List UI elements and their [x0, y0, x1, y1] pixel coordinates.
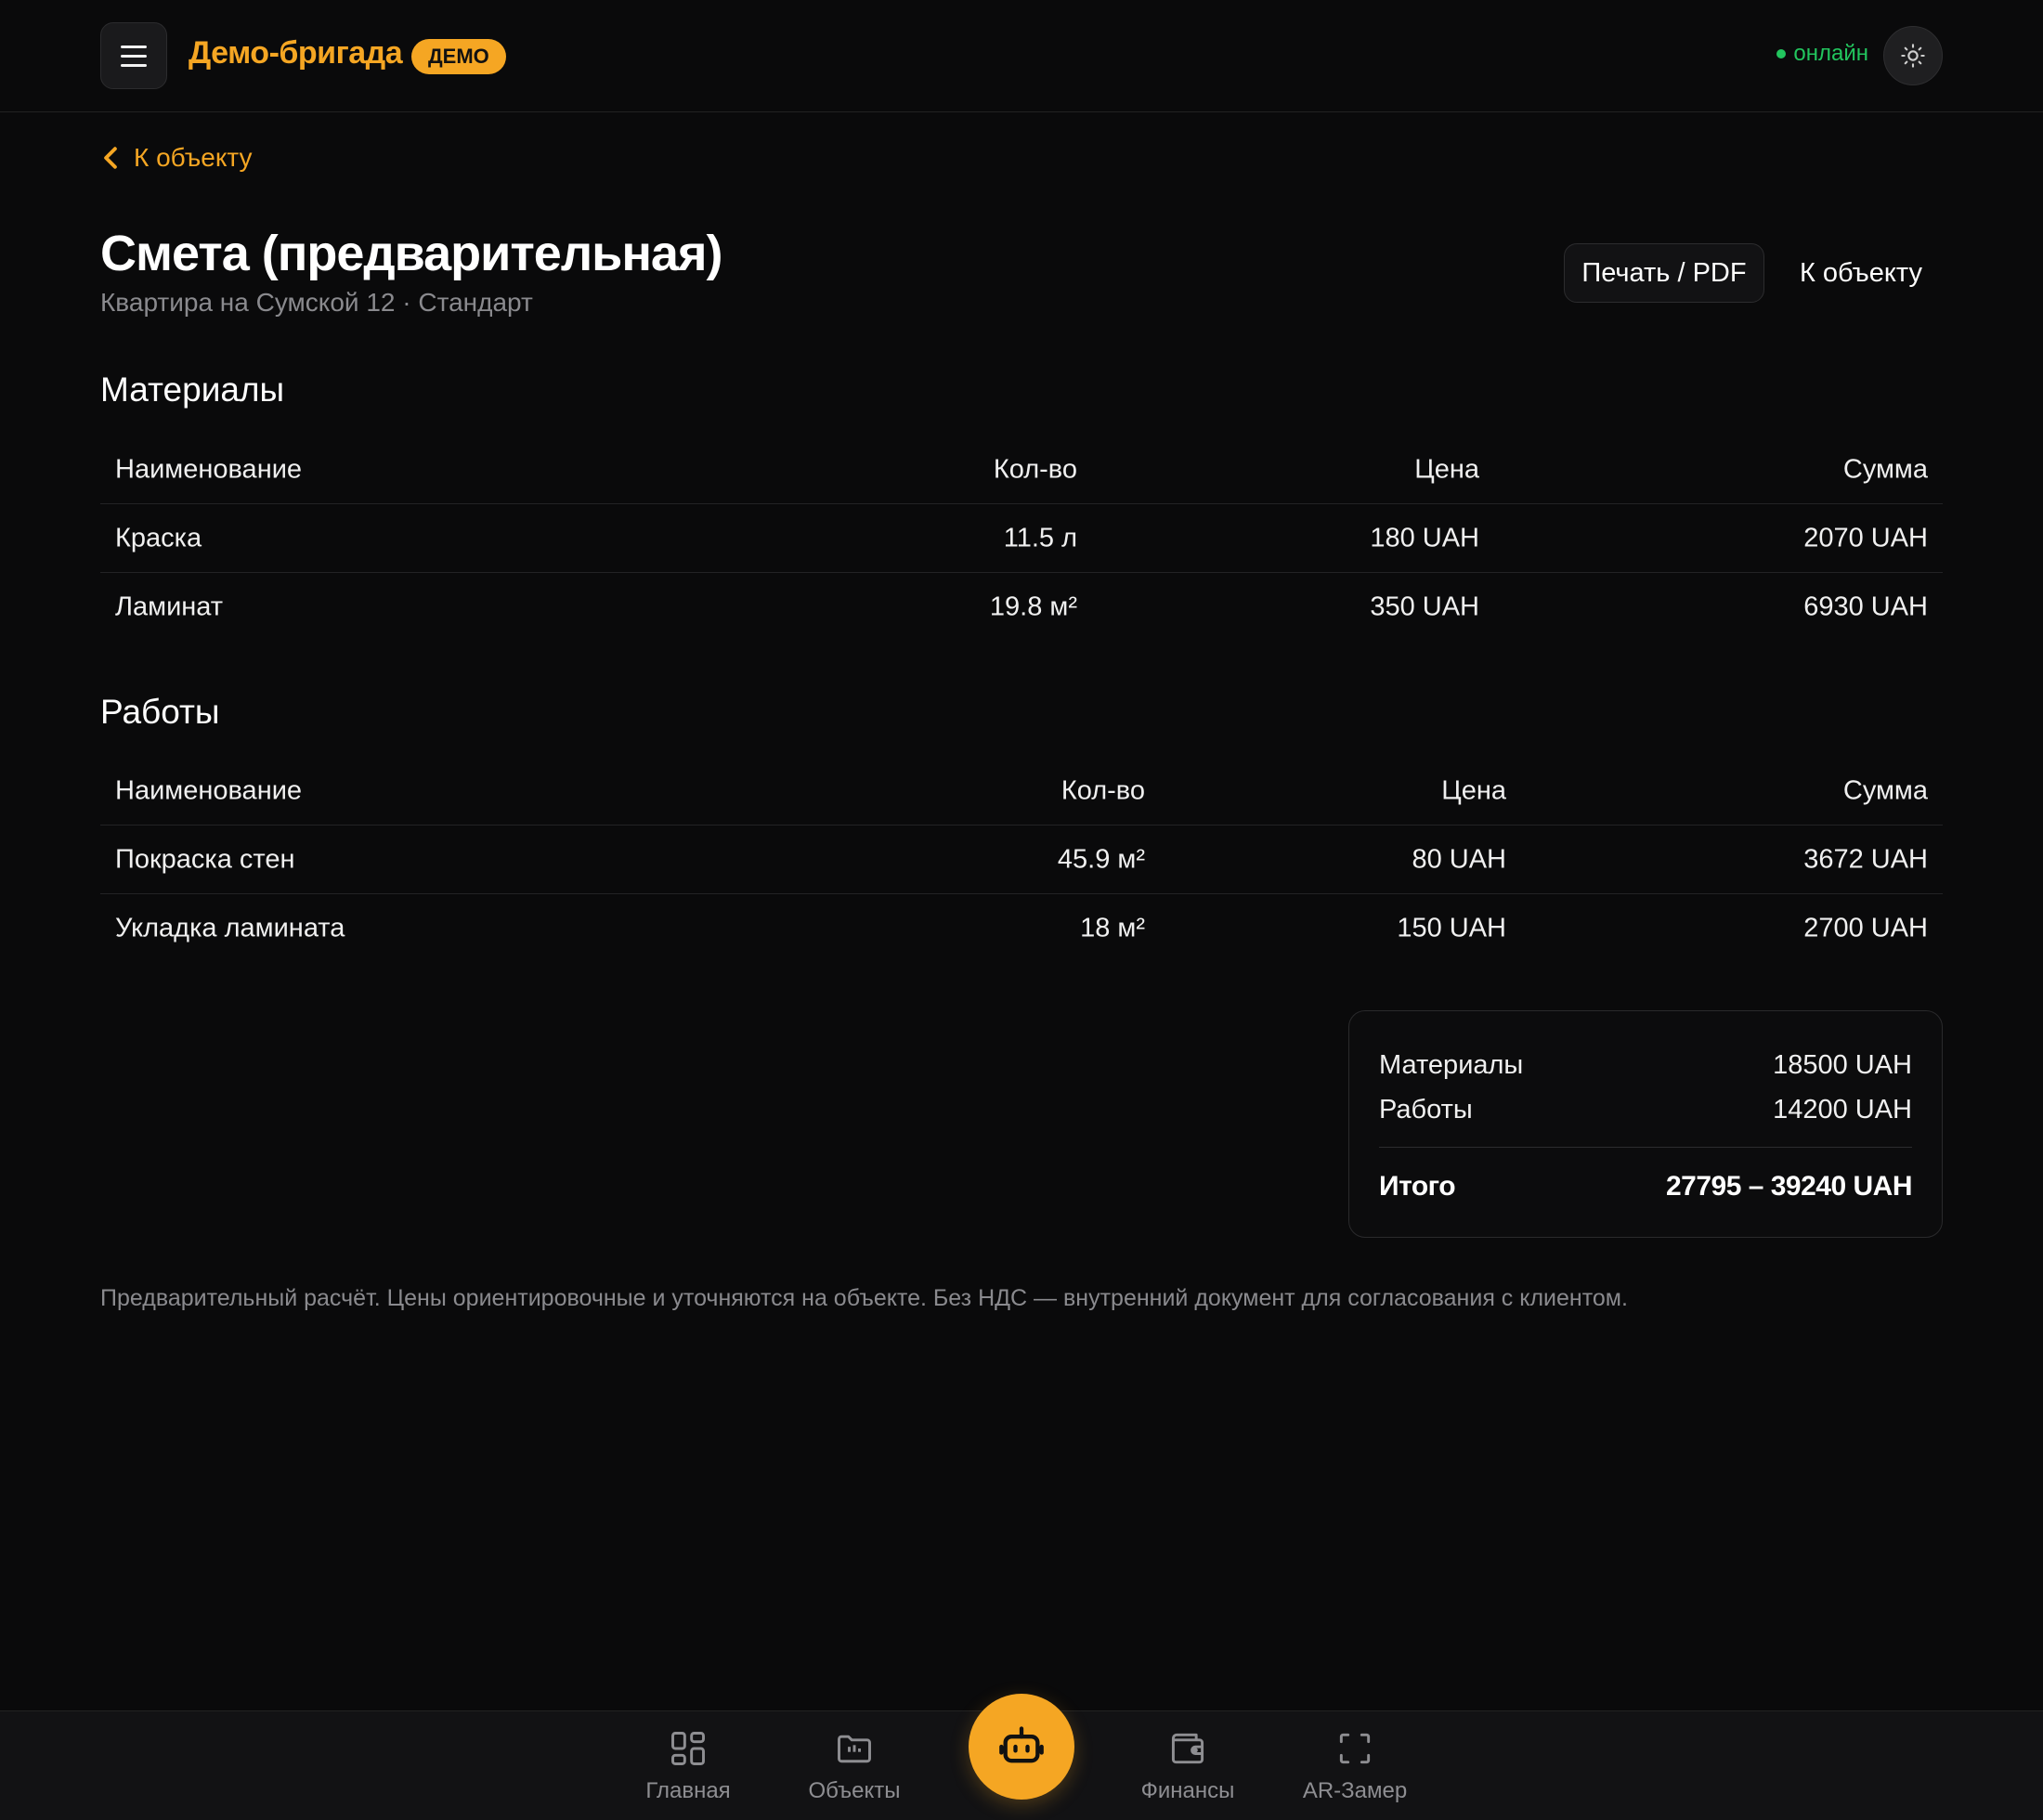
theme-toggle-button[interactable]: [1883, 26, 1943, 85]
scan-frame-icon: [1339, 1733, 1371, 1764]
table-row: Покраска стен 45.9 м² 80 UAH 3672 UAH: [100, 826, 1943, 894]
status-label: онлайн: [1793, 41, 1868, 66]
summary-materials-line: Материалы 18500 UAH: [1379, 1050, 1912, 1081]
menu-button[interactable]: [100, 22, 167, 89]
cell-sum: 2070 UAH: [1803, 523, 1928, 552]
column-header-name: Наименование: [115, 775, 303, 805]
table-header-row: Наименование Кол-во Цена Сумма: [100, 436, 1943, 504]
brand-name[interactable]: Демо-бригада: [189, 35, 403, 72]
demo-badge: ДЕМО: [411, 39, 506, 74]
cell-name: Краска: [115, 523, 202, 552]
summary-works-line: Работы 14200 UAH: [1379, 1095, 1912, 1125]
cell-sum: 3672 UAH: [1803, 844, 1928, 874]
summary-total-value: 27795 – 39240 UAH: [1665, 1171, 1913, 1202]
column-header-sum: Сумма: [1842, 454, 1928, 484]
summary-works-value: 14200 UAH: [1773, 1095, 1912, 1124]
table-header-row: Наименование Кол-во Цена Сумма: [100, 757, 1943, 826]
wallet-icon: [1171, 1733, 1204, 1764]
online-dot-icon: [1776, 49, 1787, 58]
cell-sum: 2700 UAH: [1803, 913, 1928, 943]
cell-price: 350 UAH: [1370, 592, 1479, 622]
nav-label-home: Главная: [645, 1778, 731, 1803]
back-to-object-link[interactable]: К объекту: [100, 143, 253, 173]
cell-sum: 6930 UAH: [1803, 592, 1928, 622]
assistant-bot-button[interactable]: [969, 1694, 1074, 1800]
column-header-price: Цена: [1414, 454, 1479, 484]
summary-total-label: Итого: [1379, 1171, 1456, 1202]
cell-name: Покраска стен: [115, 844, 295, 874]
nav-label-finance: Финансы: [1140, 1778, 1235, 1803]
cell-name: Ламинат: [115, 592, 224, 622]
cell-qty: 18 м²: [1080, 913, 1145, 943]
cell-name: Укладка ламината: [115, 913, 345, 943]
estimate-page: Демо-бригада ДЕМО онлайн К объекту Смета…: [0, 0, 2043, 1820]
cell-price: 180 UAH: [1370, 523, 1479, 552]
back-link-label: К объекту: [134, 143, 253, 172]
summary-total-line: Итого 27795 – 39240 UAH: [1379, 1171, 1913, 1202]
cell-qty: 19.8 м²: [989, 592, 1077, 622]
nav-item-ar-measure[interactable]: AR-Замер: [1285, 1728, 1425, 1804]
cell-price: 150 UAH: [1397, 913, 1506, 943]
menu-icon-line: [121, 45, 147, 48]
summary-materials-label: Материалы: [1379, 1050, 1524, 1080]
summary-materials-value: 18500 UAH: [1773, 1050, 1912, 1080]
cell-price: 80 UAH: [1412, 844, 1506, 874]
column-header-sum: Сумма: [1842, 775, 1928, 805]
menu-icon-line: [121, 54, 147, 58]
materials-table: Наименование Кол-во Цена Сумма Краска 11…: [100, 436, 1943, 642]
to-object-button[interactable]: К объекту: [1779, 243, 1943, 303]
table-row: Краска 11.5 л 180 UAH 2070 UAH: [100, 504, 1943, 573]
works-section-title: Работы: [100, 693, 220, 731]
page-subtitle: Квартира на Сумской 12 · Стандарт: [100, 288, 533, 317]
summary-works-label: Работы: [1379, 1095, 1473, 1124]
top-header: Демо-бригада ДЕМО онлайн: [0, 0, 2043, 112]
nav-label-objects: Объекты: [808, 1778, 901, 1803]
sun-icon: [1901, 44, 1925, 68]
menu-icon-line: [121, 63, 147, 67]
materials-section-title: Материалы: [100, 370, 285, 409]
nav-label-ar: AR-Замер: [1302, 1778, 1408, 1803]
column-header-name: Наименование: [115, 454, 303, 484]
nav-item-home[interactable]: Главная: [618, 1728, 758, 1804]
cell-qty: 45.9 м²: [1057, 844, 1145, 874]
chevron-left-icon: [104, 147, 117, 169]
nav-item-finance[interactable]: Финансы: [1118, 1728, 1257, 1804]
works-table: Наименование Кол-во Цена Сумма Покраска …: [100, 757, 1943, 963]
summary-card: Материалы 18500 UAH Работы 14200 UAH Ито…: [1348, 1010, 1943, 1238]
nav-item-objects[interactable]: Объекты: [785, 1728, 924, 1804]
folder-icon: [838, 1735, 871, 1763]
table-row: Ламинат 19.8 м² 350 UAH 6930 UAH: [100, 573, 1943, 642]
grid-icon: [671, 1732, 705, 1765]
print-pdf-button[interactable]: Печать / PDF: [1564, 243, 1764, 303]
disclaimer-note: Предварительный расчёт. Цены ориентирово…: [100, 1285, 1628, 1311]
table-row: Укладка ламината 18 м² 150 UAH 2700 UAH: [100, 894, 1943, 963]
cell-qty: 11.5 л: [1003, 523, 1077, 552]
robot-icon: [999, 1726, 1044, 1763]
summary-divider: [1379, 1147, 1912, 1148]
column-header-qty: Кол-во: [1061, 775, 1145, 805]
page-title: Смета (предварительная): [100, 226, 722, 281]
connection-status: онлайн: [1776, 41, 1868, 67]
column-header-qty: Кол-во: [993, 454, 1077, 484]
column-header-price: Цена: [1441, 775, 1506, 805]
